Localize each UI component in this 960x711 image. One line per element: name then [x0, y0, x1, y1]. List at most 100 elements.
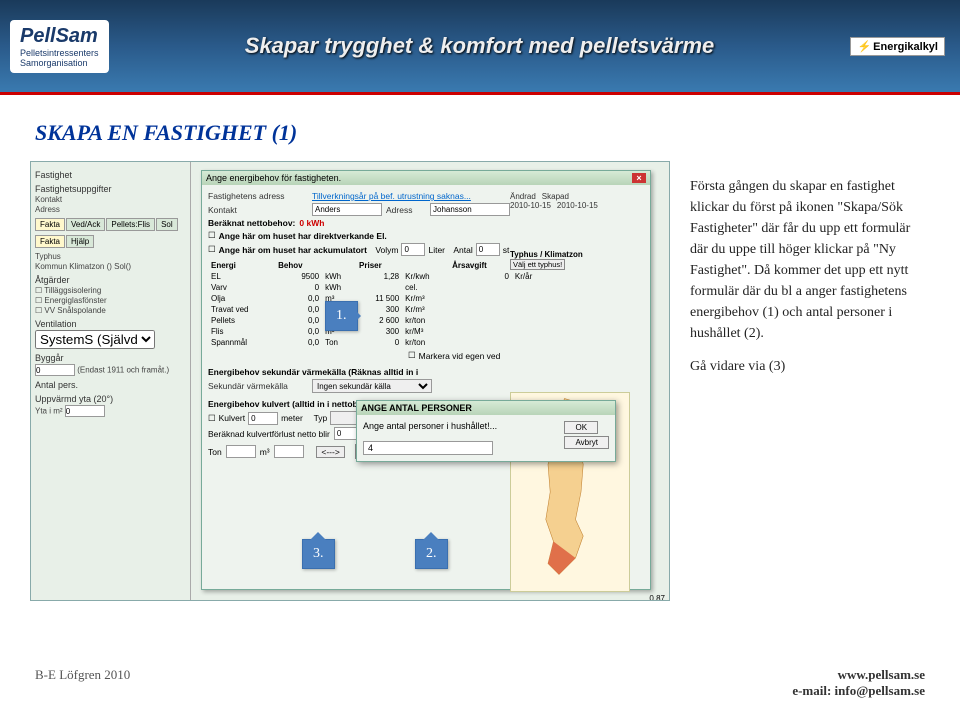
adress-label: Adress: [35, 205, 186, 214]
footer-url: www.pellsam.se: [792, 667, 925, 683]
byggar-note: (Endast 1911 och framåt.): [77, 366, 169, 375]
persons-input[interactable]: [363, 441, 493, 455]
adress-input[interactable]: [430, 203, 510, 216]
content-row: Fastighet Fastighetsuppgifter Kontakt Ad…: [0, 161, 960, 601]
kommun-label: Kommun Klimatzon () Sol(): [35, 262, 186, 271]
m3-input[interactable]: [274, 445, 304, 458]
date-skapad: 2010-10-15: [557, 201, 598, 210]
meter-lbl: meter: [281, 413, 303, 423]
adress-lbl2: Adress: [386, 205, 426, 215]
ton-input[interactable]: [226, 445, 256, 458]
footer-author: B-E Löfgren 2010: [35, 667, 130, 699]
netto-lbl: Beräknat nettobehov:: [208, 218, 295, 228]
ventilation-select[interactable]: SystemS (Självdrag.): [35, 330, 155, 349]
chk-vv-lbl: VV Snålspolande: [44, 306, 105, 315]
left-section1: Fastighetsuppgifter: [35, 184, 186, 194]
left-tabs: Fakta Ved/Ack Pellets:Flis Sol: [35, 218, 186, 231]
chk-tillagg-lbl: Tilläggsisolering: [44, 286, 101, 295]
chk-tillagg[interactable]: ☐ Tilläggsisolering: [35, 286, 186, 295]
sek-lbl: Sekundär värmekälla: [208, 381, 308, 391]
callout-2: 2.: [415, 539, 448, 569]
m3-lbl: m³: [260, 447, 270, 457]
left-panel: Fastighet Fastighetsuppgifter Kontakt Ad…: [31, 162, 191, 600]
yta-input[interactable]: [65, 405, 105, 417]
tab-sol[interactable]: Sol: [156, 218, 178, 231]
persons-popup: ANGE ANTAL PERSONER OK Avbryt Ange antal…: [356, 400, 616, 462]
tab-fakta[interactable]: Fakta: [35, 218, 65, 231]
table-row: Travat ved0,0m³300Kr/m³: [208, 304, 548, 315]
st-lbl: st: [503, 245, 510, 255]
popup-buttons: OK Avbryt: [564, 421, 609, 451]
desc-paragraph-1: Första gången du skapar en fastighet kli…: [690, 176, 930, 344]
dialog-titlebar: Ange energibehov för fastigheten. ×: [202, 171, 650, 185]
th-priser: Priser: [356, 260, 402, 271]
ventilation-label: Ventilation: [35, 319, 186, 329]
antal-input[interactable]: [476, 243, 500, 256]
chk-energiglas[interactable]: ☐ Energiglasfönster: [35, 296, 186, 305]
app-window: Fastighet Fastighetsuppgifter Kontakt Ad…: [30, 161, 670, 601]
byggar-input[interactable]: [35, 364, 75, 376]
sek-select[interactable]: Ingen sekundär källa: [312, 379, 432, 393]
typhus-label: Typhus: [35, 252, 186, 261]
logo-subtitle-2: Samorganisation: [20, 58, 99, 68]
date-row: 2010-10-15 2010-10-15: [510, 201, 665, 210]
tillverk-link[interactable]: Tillverkningsår på bef. utrustning sakna…: [312, 191, 471, 201]
map-coord: 0.87: [510, 594, 665, 601]
tab-fakta2[interactable]: Fakta: [35, 235, 65, 248]
ok-button[interactable]: OK: [564, 421, 598, 434]
table-row: Pellets0,0Ton2 600kr/ton: [208, 315, 548, 326]
description-column: Första gången du skapar en fastighet kli…: [690, 161, 930, 601]
volym-input[interactable]: [401, 243, 425, 256]
desc-paragraph-2: Gå vidare via (3): [690, 356, 930, 377]
energikalkyl-label: Energikalkyl: [873, 41, 938, 53]
dialog-title: Ange energibehov för fastigheten.: [206, 173, 341, 183]
left-header: Fastighet: [35, 170, 186, 180]
table-row: Olja0,0m³11 500Kr/m³: [208, 293, 548, 304]
lightning-icon: ⚡: [857, 41, 871, 53]
tab-pellets[interactable]: Pellets:Flis: [106, 218, 155, 231]
energikalkyl-badge: ⚡Energikalkyl: [850, 37, 945, 56]
typhus-klimat-lbl: Typhus / Klimatzon: [510, 250, 665, 259]
kontakt-label: Kontakt: [35, 195, 186, 204]
liter-lbl: Liter: [428, 245, 445, 255]
vol-lbl: Volym: [375, 245, 398, 255]
th-behov: Behov: [275, 260, 322, 271]
chk-vv[interactable]: ☐ VV Snålspolande: [35, 306, 186, 315]
tab-vedack[interactable]: Ved/Ack: [66, 218, 105, 231]
byggar-label: Byggår: [35, 353, 186, 363]
andrad-lbl: Ändrad: [510, 192, 536, 201]
date-andrad: 2010-10-15: [510, 201, 551, 210]
logo-title: PellSam: [20, 25, 99, 48]
table-row: Spannmål0,0Ton0kr/ton: [208, 337, 548, 348]
banner-slogan: Skapar trygghet & komfort med pelletsvär…: [109, 33, 851, 59]
ton-lbl: Ton: [208, 447, 222, 457]
kulvert-meter-input[interactable]: [248, 412, 278, 425]
fastighet-adr-lbl: Fastighetens adress: [208, 191, 308, 201]
screenshot-column: Fastighet Fastighetsuppgifter Kontakt Ad…: [30, 161, 670, 601]
footer-contact: www.pellsam.se e-mail: info@pellsam.se: [792, 667, 925, 699]
beraknad-lbl: Beräknad kulvertförlust netto blir: [208, 429, 330, 439]
logo-subtitle-1: Pelletsintressenters: [20, 48, 99, 58]
header-banner: PellSam Pelletsintressenters Samorganisa…: [0, 0, 960, 95]
table-row: EL9500kWh1,28Kr/kwh0Kr/år: [208, 271, 548, 282]
energy-table: Energi Behov Priser Årsavgift EL9500kWh1…: [208, 260, 548, 348]
tab-hjalp[interactable]: Hjälp: [66, 235, 94, 248]
uppvarmd-label: Uppvärmd yta (20°): [35, 394, 186, 404]
kontakt-input[interactable]: [312, 203, 382, 216]
banner-badge-wrap: ⚡Energikalkyl: [850, 37, 945, 56]
right-strip: Ändrad Skapad 2010-10-15 2010-10-15 Typh…: [510, 192, 665, 601]
chk-direktel-lbl: Ange här om huset har direktverkande El.: [219, 231, 387, 241]
th-arsavg: Årsavgift: [449, 260, 512, 271]
close-icon[interactable]: ×: [632, 173, 646, 183]
avbryt-button[interactable]: Avbryt: [564, 436, 609, 449]
table-row: Flis0,0m³300kr/M³: [208, 326, 548, 337]
popup-title: ANGE ANTAL PERSONER: [357, 401, 615, 415]
chk-ack-lbl: Ange här om huset har ackumulatort: [219, 245, 367, 255]
antal-lbl: Antal: [453, 245, 472, 255]
logo-box: PellSam Pelletsintressenters Samorganisa…: [10, 20, 109, 73]
nav-button[interactable]: <--->: [316, 446, 344, 458]
page-title: SKAPA EN FASTIGHET (1): [35, 120, 960, 146]
popup-body: OK Avbryt Ange antal personer i hushålle…: [357, 415, 615, 461]
valj-typhus-button[interactable]: Välj ett typhus!: [510, 259, 565, 270]
chk-egenved-lbl: Markera vid egen ved: [419, 351, 501, 361]
